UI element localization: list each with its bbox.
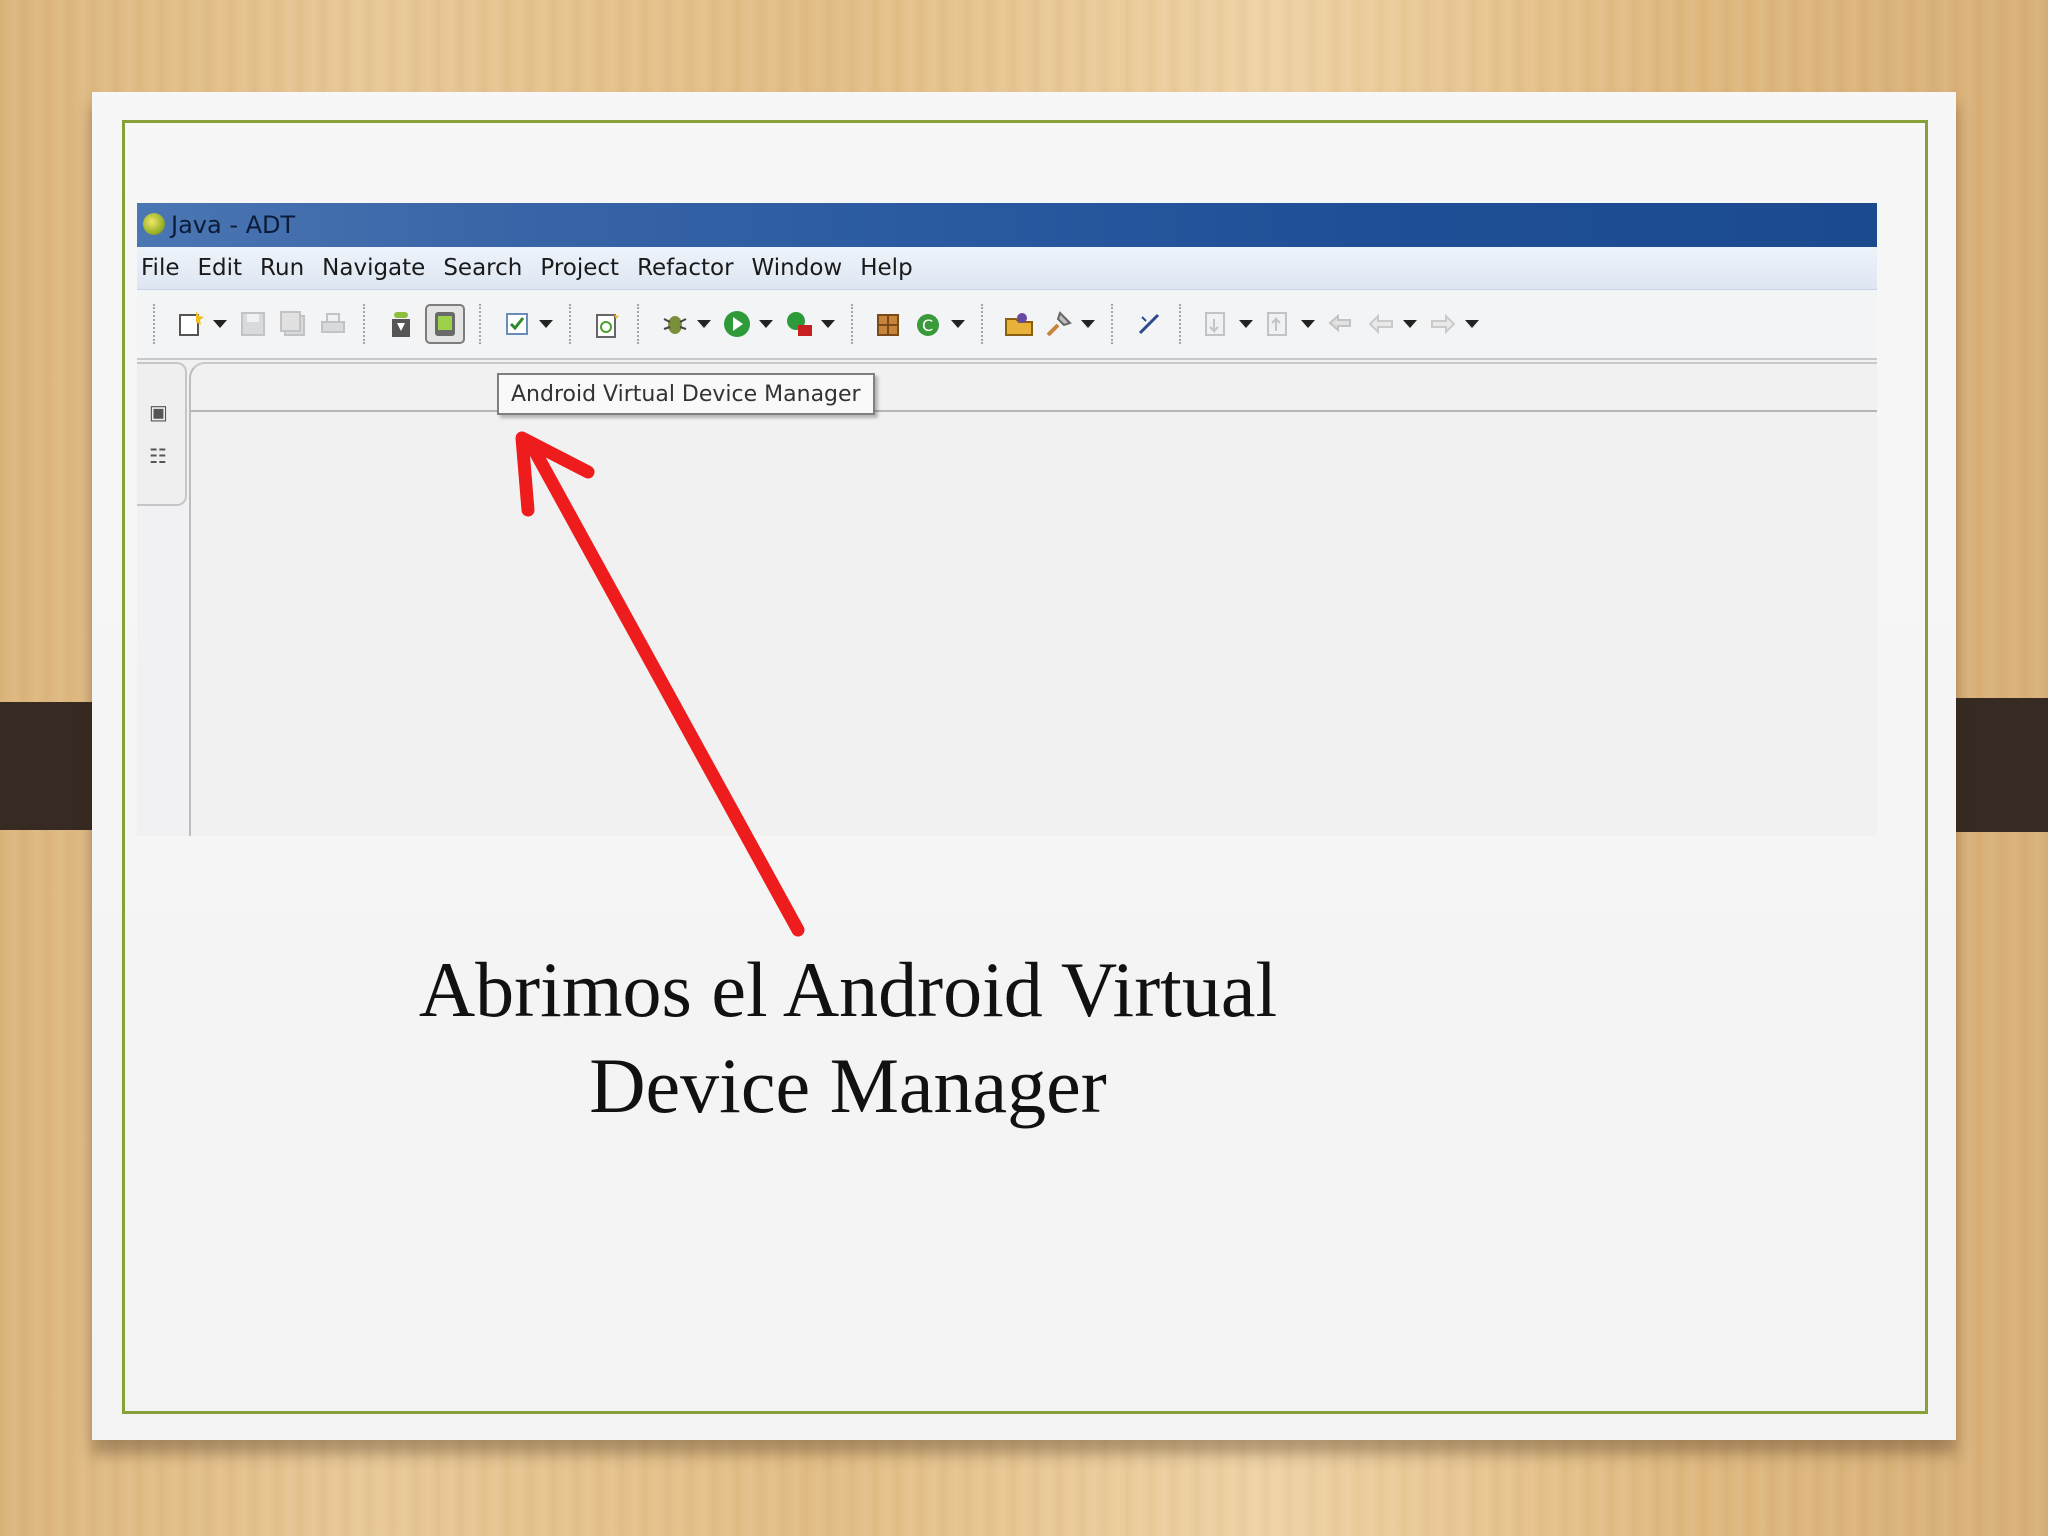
avd-manager-tooltip: Android Virtual Device Manager [497, 373, 875, 415]
task-icon[interactable] [501, 308, 533, 340]
save-icon[interactable] [237, 308, 269, 340]
menu-search[interactable]: Search [439, 255, 536, 281]
package-explorer-icon[interactable]: ☷ [149, 444, 167, 469]
new-wizard-icon[interactable] [175, 308, 207, 340]
new-wizard-dropdown-icon[interactable] [213, 320, 227, 328]
toolbar-separator [1179, 304, 1181, 344]
back-dropdown-icon[interactable] [1403, 320, 1417, 328]
last-edit-location-icon[interactable] [1325, 308, 1357, 340]
menu-navigate[interactable]: Navigate [318, 255, 439, 281]
previous-annotation-icon[interactable] [1263, 308, 1295, 340]
forward-dropdown-icon[interactable] [1465, 320, 1479, 328]
save-all-icon[interactable] [277, 308, 309, 340]
search-dropdown-icon[interactable] [1081, 320, 1095, 328]
toggle-mark-occurrences-icon[interactable] [1133, 308, 1165, 340]
menu-refactor[interactable]: Refactor [633, 255, 747, 281]
new-java-class-dropdown-icon[interactable] [951, 320, 965, 328]
toolbar-separator [1111, 304, 1113, 344]
svg-text:C: C [922, 316, 933, 335]
next-annotation-icon[interactable] [1201, 308, 1233, 340]
menu-window[interactable]: Window [748, 255, 857, 281]
toolbar-separator [981, 304, 983, 344]
debug-dropdown-icon[interactable] [697, 320, 711, 328]
debug-icon[interactable] [659, 308, 691, 340]
run-icon[interactable] [721, 308, 753, 340]
menu-help[interactable]: Help [856, 255, 926, 281]
caption-line-2: Device Manager [589, 1042, 1107, 1129]
window-titlebar: Java - ADT [137, 203, 1877, 247]
print-icon[interactable] [317, 308, 349, 340]
toolbar-separator [569, 304, 571, 344]
forward-icon[interactable] [1427, 308, 1459, 340]
new-java-class-icon[interactable]: C [913, 308, 945, 340]
external-tools-icon[interactable] [783, 308, 815, 340]
android-virtual-device-manager-icon[interactable] [425, 304, 465, 344]
editor-area [189, 362, 1877, 836]
open-type-icon[interactable] [1003, 308, 1035, 340]
caption-line-1: Abrimos el Android Virtual [418, 946, 1278, 1033]
menu-bar: File Edit Run Navigate Search Project Re… [137, 247, 1877, 290]
window-title: Java - ADT [171, 211, 296, 239]
android-sdk-manager-icon[interactable] [385, 308, 417, 340]
previous-annotation-dropdown-icon[interactable] [1301, 320, 1315, 328]
menu-project[interactable]: Project [536, 255, 633, 281]
menu-file[interactable]: File [137, 255, 194, 281]
external-tools-dropdown-icon[interactable] [821, 320, 835, 328]
new-java-package-icon[interactable] [873, 308, 905, 340]
new-android-project-icon[interactable] [591, 308, 623, 340]
task-dropdown-icon[interactable] [539, 320, 553, 328]
menu-run[interactable]: Run [256, 255, 318, 281]
toolbar-separator [851, 304, 853, 344]
editor-tab-divider [191, 410, 1877, 412]
adt-window-screenshot: Java - ADT File Edit Run Navigate Search… [137, 203, 1877, 836]
left-trim-strip: ▣ ☷ [137, 362, 187, 506]
back-icon[interactable] [1365, 308, 1397, 340]
slide-caption: Abrimos el Android Virtual Device Manage… [300, 942, 1396, 1134]
restore-view-icon[interactable]: ▣ [149, 400, 168, 425]
toolbar-separator [153, 304, 155, 344]
main-toolbar: C [137, 290, 1877, 360]
toolbar-separator [363, 304, 365, 344]
run-dropdown-icon[interactable] [759, 320, 773, 328]
eclipse-app-icon [143, 213, 165, 235]
menu-edit[interactable]: Edit [194, 255, 257, 281]
search-icon[interactable] [1043, 308, 1075, 340]
next-annotation-dropdown-icon[interactable] [1239, 320, 1253, 328]
toolbar-separator [479, 304, 481, 344]
toolbar-separator [637, 304, 639, 344]
